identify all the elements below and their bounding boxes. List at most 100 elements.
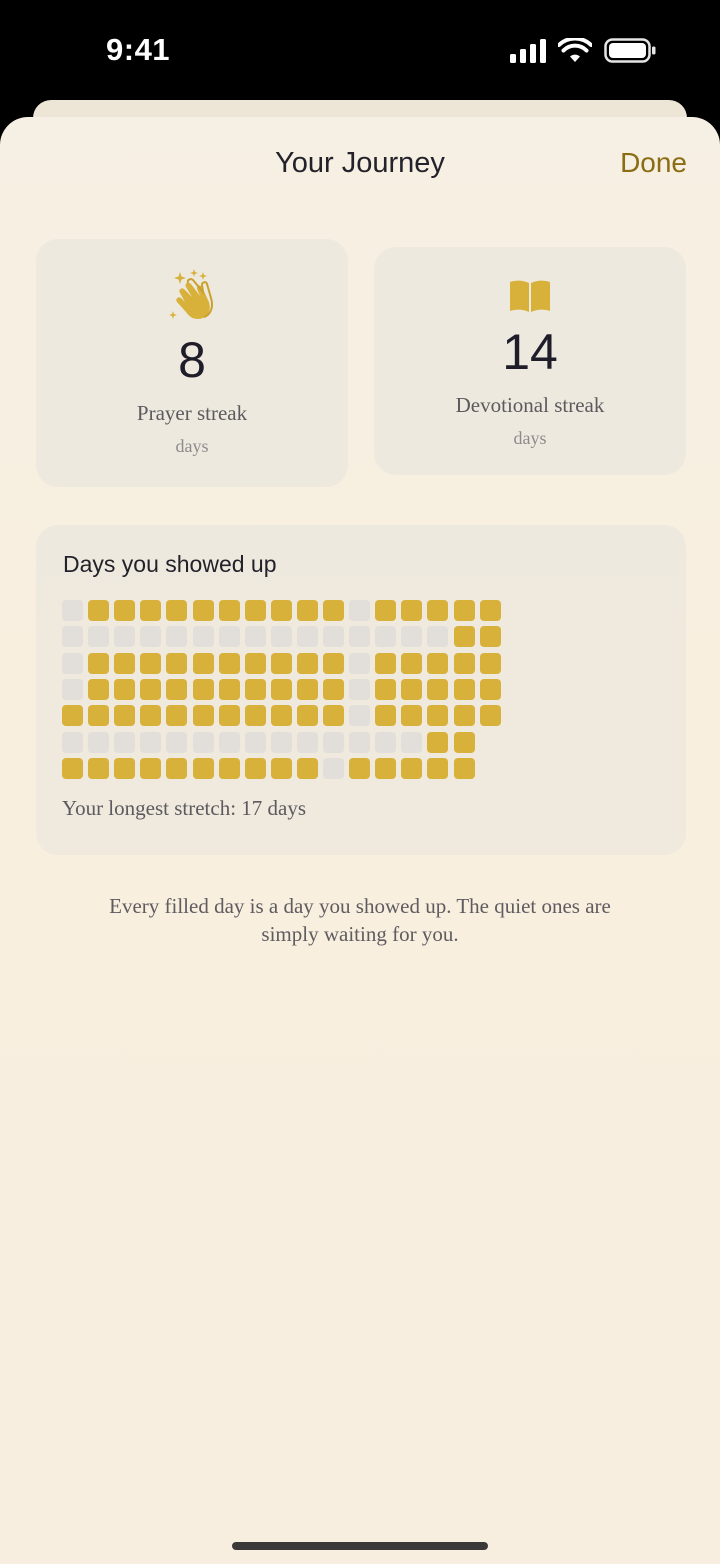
day-cell-empty — [349, 652, 371, 674]
day-cell-filled — [427, 652, 449, 674]
day-cell-filled — [479, 600, 501, 621]
home-indicator[interactable] — [232, 1542, 488, 1550]
day-cell-filled — [323, 678, 344, 700]
done-button[interactable]: Done — [620, 147, 687, 179]
day-cell-empty — [296, 626, 318, 648]
sheet-title: Your Journey — [275, 147, 445, 179]
day-cell-filled — [453, 678, 475, 700]
status-bar: 9:41 — [0, 0, 720, 100]
day-cell-filled — [375, 600, 397, 621]
prayer-streak-label: Prayer streak — [136, 401, 248, 425]
day-cell-filled — [218, 757, 240, 779]
day-cell-filled — [270, 705, 292, 727]
clapping-hands-icon — [36, 269, 348, 321]
day-cell-filled — [192, 678, 214, 700]
day-cell-filled — [453, 705, 475, 727]
day-cell-empty — [218, 731, 240, 753]
day-cell-empty — [218, 626, 240, 648]
day-cell-filled — [192, 600, 214, 621]
day-cell-filled — [166, 678, 188, 700]
open-book-icon — [374, 279, 686, 313]
day-cell-empty — [62, 600, 83, 621]
day-cell-filled — [453, 731, 475, 753]
day-cell-empty — [323, 626, 344, 648]
day-cell-filled — [88, 705, 110, 727]
days-grid-title: Days you showed up — [63, 551, 277, 577]
day-cell-empty — [349, 705, 371, 727]
day-cell-empty — [114, 731, 136, 753]
day-cell-filled — [479, 705, 501, 727]
day-cell-filled — [453, 652, 475, 674]
day-cell-filled — [427, 757, 449, 779]
day-cell-filled — [140, 678, 162, 700]
day-cell-filled — [323, 600, 344, 621]
day-cell-filled — [192, 757, 214, 779]
day-cell-filled — [218, 705, 240, 727]
day-cell-filled — [453, 757, 475, 779]
status-icons — [510, 38, 656, 63]
day-cell-filled — [401, 600, 423, 621]
day-cell-empty — [114, 626, 136, 648]
day-cell-empty — [244, 626, 266, 648]
day-cell-empty — [375, 731, 397, 753]
devotional-streak-value: 14 — [502, 324, 558, 380]
day-cell-filled — [166, 757, 188, 779]
day-cell-empty — [270, 626, 292, 648]
day-cell-filled — [270, 757, 292, 779]
day-cell-filled — [244, 678, 266, 700]
day-cell-filled — [114, 678, 136, 700]
day-cell-empty — [192, 731, 214, 753]
day-cell-filled — [192, 705, 214, 727]
devotional-streak-label: Devotional streak — [455, 393, 605, 417]
prayer-streak-value: 8 — [178, 332, 206, 388]
day-cell-filled — [114, 600, 136, 621]
day-cell-filled — [114, 705, 136, 727]
day-cell-empty — [401, 626, 423, 648]
day-cell-filled — [218, 652, 240, 674]
day-cell-empty — [349, 678, 371, 700]
day-cell-empty — [401, 731, 423, 753]
day-cell-filled — [166, 652, 188, 674]
day-cell-filled — [453, 626, 475, 648]
day-cell-filled — [401, 652, 423, 674]
day-cell-filled — [62, 757, 83, 779]
day-cell-filled — [479, 652, 501, 674]
day-cell-filled — [453, 600, 475, 621]
day-cell-filled — [270, 652, 292, 674]
day-cell-filled — [88, 757, 110, 779]
status-time: 9:41 — [106, 32, 171, 67]
day-cell-filled — [218, 678, 240, 700]
day-cell-empty — [349, 626, 371, 648]
day-cell-filled — [375, 757, 397, 779]
day-cell-filled — [244, 705, 266, 727]
prayer-streak-unit: days — [175, 436, 209, 456]
day-cell-filled — [140, 705, 162, 727]
day-cell-filled — [323, 705, 344, 727]
day-cell-filled — [140, 652, 162, 674]
day-cell-filled — [244, 600, 266, 621]
day-cell-empty — [140, 626, 162, 648]
devotional-streak-card: 14 Devotional streak days — [374, 247, 686, 475]
day-cell-empty — [323, 731, 344, 753]
day-cell-filled — [296, 705, 318, 727]
day-cell-filled — [296, 757, 318, 779]
longest-stretch-text: Your longest stretch: 17 days — [62, 796, 307, 820]
day-cell-filled — [88, 600, 110, 621]
day-cell-empty — [88, 731, 110, 753]
day-cell-filled — [427, 678, 449, 700]
day-cell-empty — [427, 626, 449, 648]
devotional-streak-unit: days — [513, 428, 547, 448]
day-cell-filled — [401, 757, 423, 779]
day-cell-filled — [244, 652, 266, 674]
day-cell-filled — [88, 678, 110, 700]
day-cell-empty — [166, 626, 188, 648]
day-cell-empty — [166, 731, 188, 753]
day-cell-filled — [270, 600, 292, 621]
day-cell-empty — [88, 626, 110, 648]
day-cell-filled — [479, 626, 501, 648]
day-cell-empty — [62, 652, 83, 674]
day-cell-empty — [244, 731, 266, 753]
day-cell-empty — [140, 731, 162, 753]
day-cell-empty — [349, 731, 371, 753]
day-cell-filled — [192, 652, 214, 674]
